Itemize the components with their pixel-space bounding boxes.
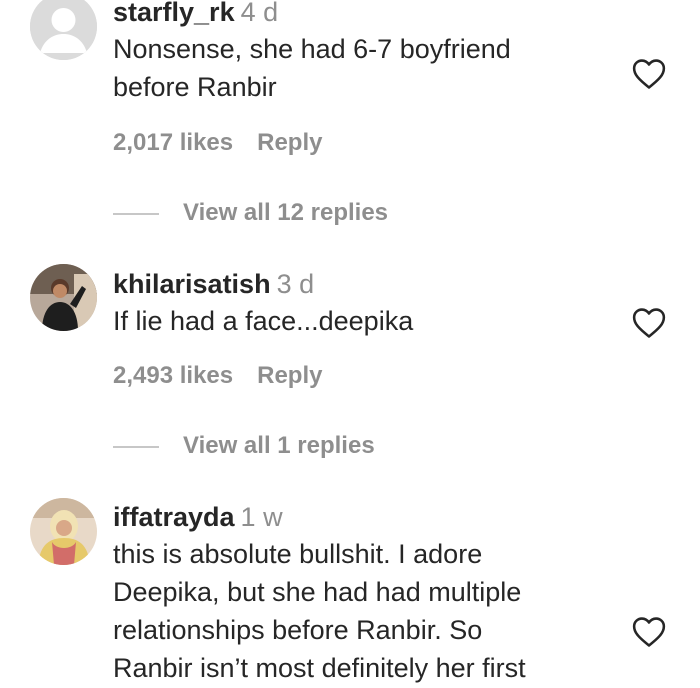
user-photo-icon bbox=[30, 498, 97, 565]
divider-line bbox=[113, 445, 159, 448]
comment-text-line: Nonsense, she had 6-7 boyfriend bbox=[113, 34, 511, 64]
avatar[interactable] bbox=[30, 264, 97, 331]
view-replies-button[interactable]: View all 12 replies bbox=[113, 199, 388, 227]
timestamp: 3 d bbox=[276, 269, 315, 299]
comment-text-line: If lie had a face...deepika bbox=[113, 306, 414, 336]
comment-text: If lie had a face...deepika bbox=[113, 302, 613, 340]
comment-text-line: before Ranbir bbox=[113, 72, 277, 102]
avatar[interactable] bbox=[30, 0, 97, 60]
reply-button[interactable]: Reply bbox=[257, 362, 322, 389]
comment-header: iffatrayda 1 w bbox=[113, 501, 613, 533]
comment-text: Nonsense, she had 6-7 boyfriend before R… bbox=[113, 30, 613, 106]
likes-count[interactable]: 2,493 likes bbox=[113, 362, 233, 389]
user-photo-icon bbox=[30, 264, 97, 331]
username[interactable]: starfly_rk bbox=[113, 0, 235, 27]
default-avatar-icon bbox=[30, 0, 97, 60]
likes-count[interactable]: 2,017 likes bbox=[113, 129, 233, 156]
divider-line bbox=[113, 212, 159, 215]
heart-outline-icon[interactable] bbox=[632, 616, 666, 648]
view-replies-label: View all 12 replies bbox=[183, 199, 389, 226]
comment-actions: 2,493 likes Reply bbox=[113, 362, 322, 390]
heart-outline-icon[interactable] bbox=[632, 307, 666, 339]
comment-text-line: this is absolute bullshit. I adore bbox=[113, 539, 483, 569]
comment-text-line: Deepika, but she had had multiple bbox=[113, 577, 522, 607]
view-replies-button[interactable]: View all 1 replies bbox=[113, 432, 375, 460]
comment-header: khilarisatish 3 d bbox=[113, 268, 613, 300]
timestamp: 4 d bbox=[240, 0, 279, 27]
username[interactable]: iffatrayda bbox=[113, 502, 235, 532]
avatar[interactable] bbox=[30, 498, 97, 565]
comment-text-line: relationships before Ranbir. So bbox=[113, 615, 483, 645]
username[interactable]: khilarisatish bbox=[113, 269, 271, 299]
comment-header: starfly_rk 4 d bbox=[113, 0, 613, 28]
comment-text-line: Ranbir isn’t most definitely her first bbox=[113, 653, 526, 683]
comment-actions: 2,017 likes Reply bbox=[113, 129, 322, 157]
reply-button[interactable]: Reply bbox=[257, 129, 322, 156]
comment-text: this is absolute bullshit. I adore Deepi… bbox=[113, 535, 613, 687]
heart-outline-icon[interactable] bbox=[632, 58, 666, 90]
timestamp: 1 w bbox=[240, 502, 283, 532]
view-replies-label: View all 1 replies bbox=[183, 432, 375, 459]
comment-item: starfly_rk 4 d Nonsense, she had 6-7 boyf… bbox=[0, 0, 700, 240]
